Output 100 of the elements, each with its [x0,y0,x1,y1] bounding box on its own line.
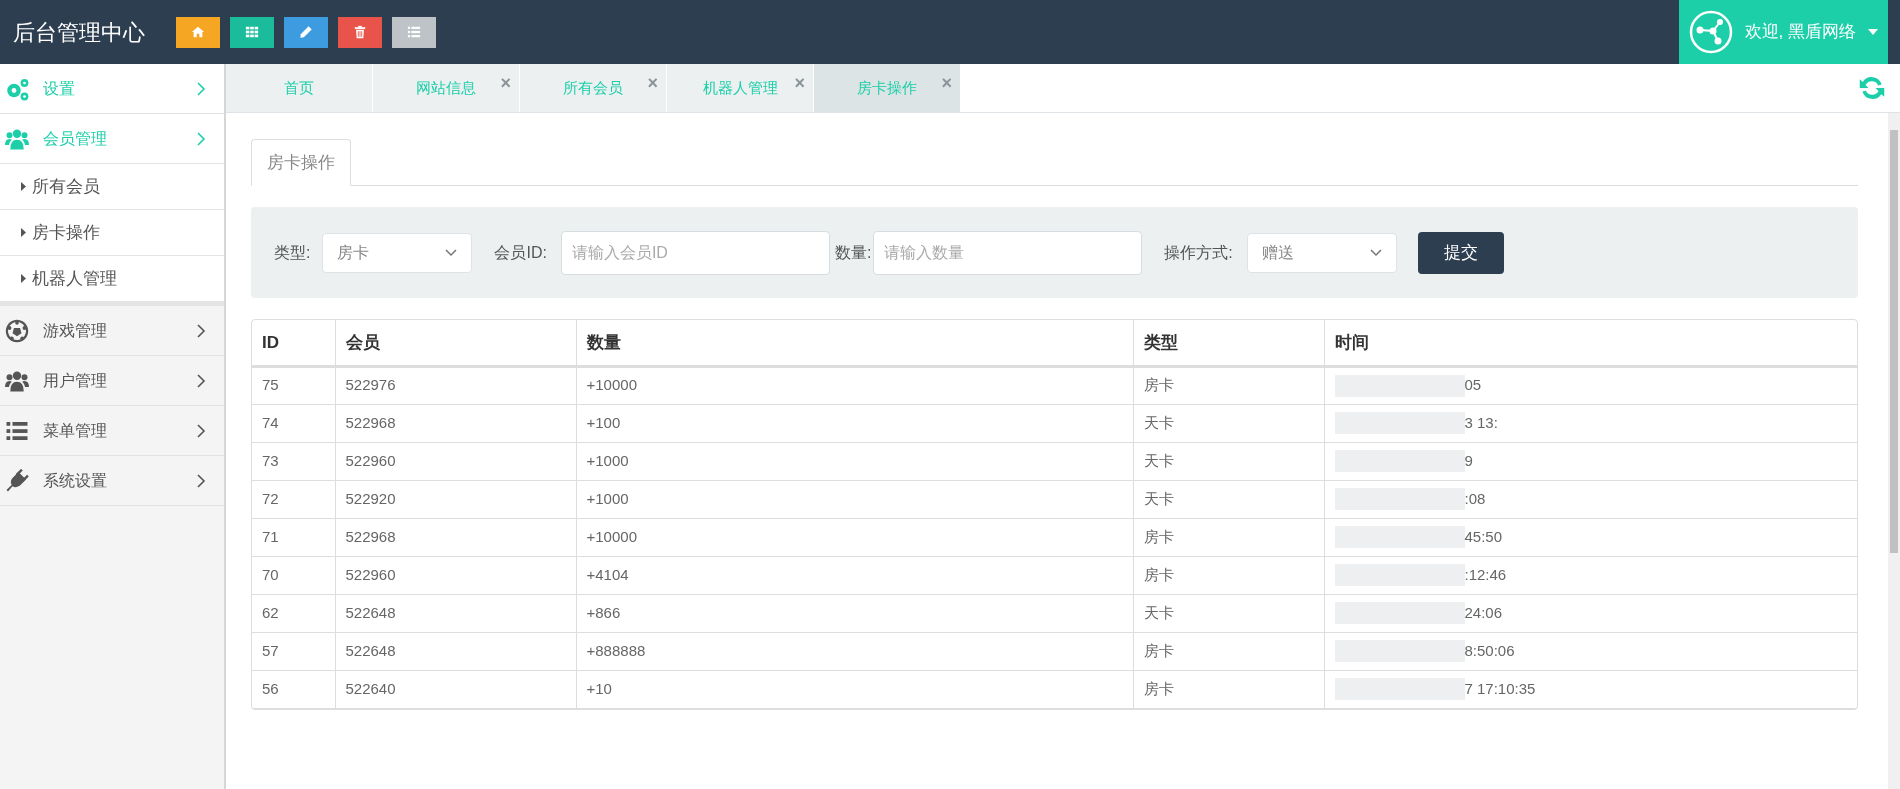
table-cell-text: 9 [1464,450,1473,471]
edit-button[interactable] [284,16,328,48]
table-cell: 522648 [345,603,396,621]
table-cell-text: :08 [1464,488,1486,509]
table-cell: +866 [586,603,621,621]
list-button[interactable] [392,16,436,48]
grid-button[interactable] [230,16,274,48]
user-menu[interactable]: 欢迎, 黑盾网络 [1678,0,1888,64]
table-cell: +100 [586,413,621,431]
grid-icon [245,25,259,39]
table-cell: 56 [262,679,279,697]
close-icon[interactable]: × [647,74,658,92]
table-cell: 522968 [345,413,396,431]
submenu-item[interactable]: 机器人管理 [0,256,224,302]
table-cell: 522960 [345,451,396,469]
table-cell: 房卡 [1143,376,1174,394]
table-cell: 522976 [345,376,396,394]
sidebar-item[interactable]: 设置 [0,64,224,114]
triangle-right-icon [21,274,26,283]
tab[interactable]: 网站信息 × [373,64,520,112]
page-tab[interactable]: 房卡操作 [251,139,351,186]
refresh-icon [1858,74,1886,102]
table-cell: 71 [262,527,279,545]
table-cell-text: 45:50 [1464,526,1503,547]
field-label: 类型: [274,242,311,263]
column-header: 类型 [1133,320,1324,366]
home-icon [191,25,205,39]
table-cell: 天卡 [1143,603,1174,621]
submenu-item[interactable]: 房卡操作 [0,210,224,256]
column-header: 时间 [1324,320,1857,366]
chevron-right-icon [196,423,206,438]
table-cell-text: 8:50:06 [1464,640,1515,661]
field-label: 操作方式: [1164,242,1233,263]
submenu-item[interactable]: 所有会员 [0,164,224,210]
input-field[interactable]: 请输入会员ID [560,230,830,275]
column-header: 数量 [576,320,1133,366]
chevron-down-icon [445,248,458,257]
table-cell: 房卡 [1143,679,1174,697]
table-cell: 74 [262,413,279,431]
chevron-right-icon [196,373,206,388]
table-cell: +1000 [586,489,629,507]
table-cell: 75 [262,376,279,394]
type-select[interactable]: 房卡 [322,232,473,273]
caret-down-icon [1868,29,1878,35]
trash-button[interactable] [338,16,382,48]
table-cell: 房卡 [1143,527,1174,545]
table-cell: 天卡 [1143,489,1174,507]
table-cell-text: 05 [1464,375,1482,396]
submit-button[interactable]: 提交 [1417,231,1504,274]
table-cell: 522960 [345,565,396,583]
chevron-right-icon [196,473,206,488]
table-cell: 天卡 [1143,451,1174,469]
table-cell: 72 [262,489,279,507]
gears-icon [5,76,29,101]
table-cell: 522640 [345,679,396,697]
close-icon[interactable]: × [794,74,805,92]
table-cell: +10 [586,679,612,697]
triangle-right-icon [21,182,26,191]
table-cell: +4104 [586,565,629,583]
field-label: 会员ID: [494,242,547,263]
table-cell-text: 7 17:10:35 [1464,678,1536,699]
table-cell: 522968 [345,527,396,545]
table-cell: 522648 [345,641,396,659]
sidebar-item[interactable]: 会员管理 [0,114,224,164]
network-avatar-icon [1688,10,1733,54]
close-icon[interactable]: × [500,74,511,92]
chevron-right-icon [196,131,206,146]
table-cell: 73 [262,451,279,469]
tab[interactable]: 房卡操作 × [814,64,961,112]
scrollbar-thumb[interactable] [1890,130,1898,553]
mode-select[interactable]: 赠送 [1246,232,1397,273]
input-field[interactable]: 请输入数量 [873,230,1143,275]
table-cell: +888888 [586,641,646,659]
table-cell: +10000 [586,527,637,545]
table-cell: 62 [262,603,279,621]
pencil-icon [299,25,313,39]
table-cell: +1000 [586,451,629,469]
column-header: ID [252,320,335,366]
table-cell-text: 3 13: [1464,412,1498,433]
chevron-right-icon [196,81,206,96]
plug-icon [5,468,29,493]
tab[interactable]: 首页 [226,64,373,112]
column-header: 会员 [335,320,576,366]
table-cell: 房卡 [1143,565,1174,583]
app-title: 后台管理中心 [13,18,145,47]
table-cell: 522920 [345,489,396,507]
table-cell: 房卡 [1143,641,1174,659]
table-cell: 57 [262,641,279,659]
table-cell-text: 24:06 [1464,602,1503,623]
tab[interactable]: 所有会员 × [520,64,667,112]
table-cell: +10000 [586,376,637,394]
tab[interactable]: 机器人管理 × [667,64,814,112]
list-icon [407,25,421,39]
home-button[interactable] [176,16,220,48]
table-cell: 70 [262,565,279,583]
close-icon[interactable]: × [941,74,952,92]
table-cell: 天卡 [1143,413,1174,431]
table-cell-text: :12:46 [1464,564,1507,585]
chevron-down-icon [1369,248,1382,257]
triangle-right-icon [21,228,26,237]
